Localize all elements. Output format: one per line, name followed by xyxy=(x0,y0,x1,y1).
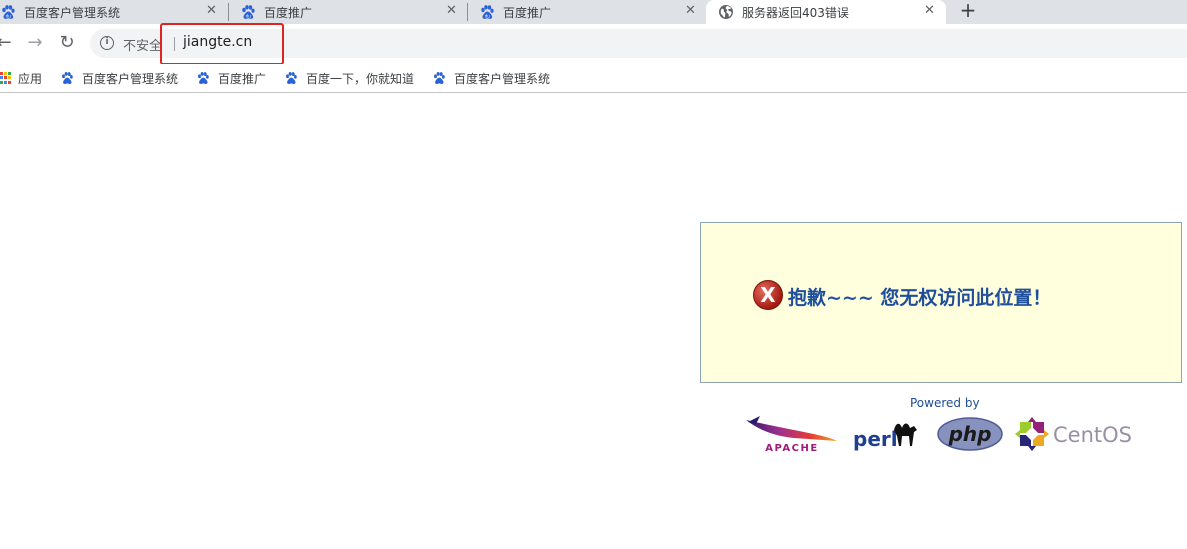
browser-window: du 百度客户管理系统 ✕ du 百度推广 ✕ du 百度推广 ✕ 服务器返回4… xyxy=(0,0,1187,549)
baidu-paw-icon xyxy=(196,71,210,85)
apache-wordmark: APACHE xyxy=(765,443,818,454)
bookmark-item[interactable]: 百度客户管理系统 xyxy=(432,68,550,88)
bookmark-item[interactable]: 百度客户管理系统 xyxy=(60,68,178,88)
url-highlight-annotation xyxy=(160,23,284,65)
tab-3[interactable]: du 百度推广 ✕ xyxy=(479,0,705,24)
bookmark-apps[interactable]: 应用 xyxy=(0,68,42,88)
tab-title: 百度推广 xyxy=(264,5,313,20)
reload-icon: ↻ xyxy=(59,32,75,53)
bookmark-label: 应用 xyxy=(18,71,43,86)
tab-1[interactable]: du 百度客户管理系统 ✕ xyxy=(0,0,228,24)
baidu-paw-icon xyxy=(284,71,298,85)
tab-close-icon[interactable]: ✕ xyxy=(685,3,696,18)
baidu-paw-icon: du xyxy=(240,4,256,20)
new-tab-button[interactable]: + xyxy=(958,0,978,22)
apache-logo: APACHE xyxy=(746,416,837,454)
centos-logo: CentOS xyxy=(1015,417,1132,451)
tab-title: 百度客户管理系统 xyxy=(24,5,121,20)
apps-grid-icon xyxy=(0,72,11,84)
tab-title: 服务器返回403错误 xyxy=(742,5,849,20)
perl-logo: perl xyxy=(853,423,917,451)
baidu-paw-icon xyxy=(432,71,446,85)
baidu-paw-icon: du xyxy=(479,4,495,20)
php-logo: php xyxy=(937,417,1003,451)
info-icon[interactable]: i xyxy=(100,36,114,50)
globe-icon xyxy=(718,4,734,20)
tab-close-icon[interactable]: ✕ xyxy=(924,3,935,18)
arrow-left-icon: ← xyxy=(0,32,12,53)
svg-text:du: du xyxy=(6,13,12,18)
perl-wordmark: perl xyxy=(853,427,898,451)
powered-by-label: Powered by xyxy=(910,396,980,410)
tab-2[interactable]: du 百度推广 ✕ xyxy=(240,0,466,24)
forward-button[interactable]: → xyxy=(25,32,45,54)
bookmarks-bar: 应用 百度客户管理系统 百度推广 百度一下，你就知道 百度客户管理系统 xyxy=(0,64,1187,93)
bookmark-label: 百度客户管理系统 xyxy=(82,71,179,86)
bookmark-label: 百度推广 xyxy=(218,71,267,86)
error-message: 抱歉~~~ 您无权访问此位置！ xyxy=(788,287,1052,309)
back-button[interactable]: ← xyxy=(0,32,14,54)
error-box: X 抱歉~~~ 您无权访问此位置！ xyxy=(700,222,1182,383)
tab-strip: du 百度客户管理系统 ✕ du 百度推广 ✕ du 百度推广 ✕ 服务器返回4… xyxy=(0,0,1187,24)
baidu-paw-icon xyxy=(60,71,74,85)
php-wordmark: php xyxy=(948,422,992,446)
centos-wordmark: CentOS xyxy=(1053,423,1132,447)
security-label[interactable]: 不安全 xyxy=(123,35,162,54)
error-x-icon: X xyxy=(753,280,783,310)
bookmark-label: 百度客户管理系统 xyxy=(454,71,551,86)
svg-text:du: du xyxy=(246,13,252,18)
baidu-paw-icon: du xyxy=(0,4,16,20)
tab-close-icon[interactable]: ✕ xyxy=(446,3,457,18)
reload-button[interactable]: ↻ xyxy=(57,32,77,54)
tab-close-icon[interactable]: ✕ xyxy=(206,3,217,18)
bookmark-label: 百度一下，你就知道 xyxy=(306,71,415,86)
tab-separator xyxy=(467,3,468,21)
arrow-right-icon: → xyxy=(27,32,43,53)
tab-active[interactable]: 服务器返回403错误 ✕ xyxy=(706,0,946,24)
tab-separator xyxy=(228,3,229,21)
svg-text:du: du xyxy=(485,13,491,18)
bookmark-item[interactable]: 百度推广 xyxy=(196,68,266,88)
tab-title: 百度推广 xyxy=(503,5,552,20)
bookmark-item[interactable]: 百度一下，你就知道 xyxy=(284,68,414,88)
